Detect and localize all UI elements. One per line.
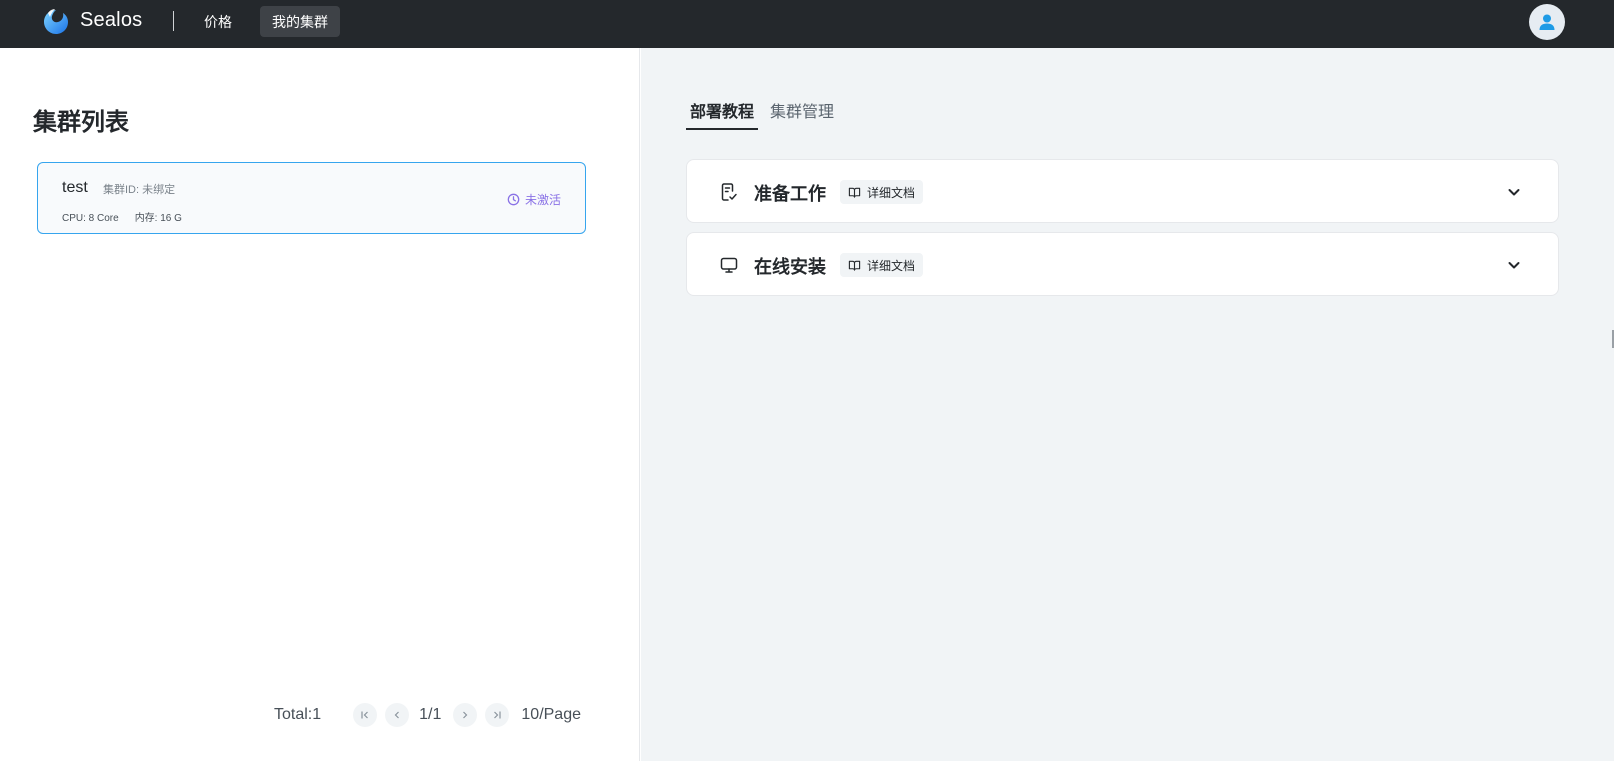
cluster-detail-panel: 部署教程 集群管理 准备工作 详细文档 在线安装 详细文档 xyxy=(641,48,1614,761)
cluster-specs: CPU: 8 Core 内存: 16 G xyxy=(62,209,182,224)
pagination-total: Total:1 xyxy=(274,706,322,723)
first-page-button[interactable] xyxy=(353,703,378,727)
nav-my-clusters-link[interactable]: 我的集群 xyxy=(260,6,340,37)
section-online-install[interactable]: 在线安装 详细文档 xyxy=(686,232,1559,296)
cluster-list-title: 集群列表 xyxy=(33,109,129,136)
checklist-icon xyxy=(721,183,737,201)
book-icon xyxy=(848,187,861,198)
doc-link-badge[interactable]: 详细文档 xyxy=(840,180,924,204)
doc-link-label: 详细文档 xyxy=(867,258,916,273)
section-preparation[interactable]: 准备工作 详细文档 xyxy=(686,159,1559,223)
cluster-card[interactable]: test 集群ID: 未绑定 CPU: 8 Core 内存: 16 G 未激活 xyxy=(37,162,586,234)
tab-deploy-tutorial[interactable]: 部署教程 xyxy=(686,98,759,130)
top-navigation-bar: Sealos 价格 我的集群 xyxy=(0,0,1614,48)
sealos-logo-icon[interactable] xyxy=(41,7,71,37)
prev-page-button[interactable] xyxy=(385,703,410,727)
clock-icon xyxy=(507,193,520,206)
cluster-memory: 内存: 16 G xyxy=(134,213,182,224)
doc-link-badge[interactable]: 详细文档 xyxy=(840,253,924,277)
chevron-down-icon[interactable] xyxy=(1506,184,1522,200)
section-title: 准备工作 xyxy=(754,184,826,204)
chevron-left-icon xyxy=(394,711,400,719)
doc-link-label: 详细文档 xyxy=(867,185,916,200)
cluster-list-panel: 集群列表 test 集群ID: 未绑定 CPU: 8 Core 内存: 16 G … xyxy=(0,48,640,761)
last-page-icon xyxy=(494,711,501,719)
brand-name: Sealos xyxy=(80,9,143,31)
cluster-name: test xyxy=(62,179,88,196)
user-avatar-icon xyxy=(1539,14,1555,30)
pagination-page: 1/1 xyxy=(419,706,442,723)
pagination-page-size[interactable]: 10/Page xyxy=(521,706,581,724)
book-icon xyxy=(848,260,861,271)
nav-price-link[interactable]: 价格 xyxy=(204,12,232,32)
monitor-icon xyxy=(720,257,738,273)
next-page-button[interactable] xyxy=(453,703,478,727)
detail-tabs: 部署教程 集群管理 xyxy=(686,98,838,130)
last-page-button[interactable] xyxy=(485,703,510,727)
user-avatar[interactable] xyxy=(1529,4,1565,40)
cluster-id: 集群ID: 未绑定 xyxy=(103,184,176,196)
pagination: Total:1 1/1 10/Page xyxy=(274,703,581,727)
cluster-status-text: 未激活 xyxy=(524,193,561,207)
section-title: 在线安装 xyxy=(754,257,826,277)
tab-cluster-management[interactable]: 集群管理 xyxy=(766,98,838,130)
header-divider xyxy=(173,11,174,31)
first-page-icon xyxy=(361,711,369,719)
chevron-down-icon[interactable] xyxy=(1506,257,1522,273)
cluster-status: 未激活 xyxy=(507,191,561,208)
cluster-cpu: CPU: 8 Core xyxy=(62,213,119,224)
chevron-right-icon xyxy=(463,711,468,719)
